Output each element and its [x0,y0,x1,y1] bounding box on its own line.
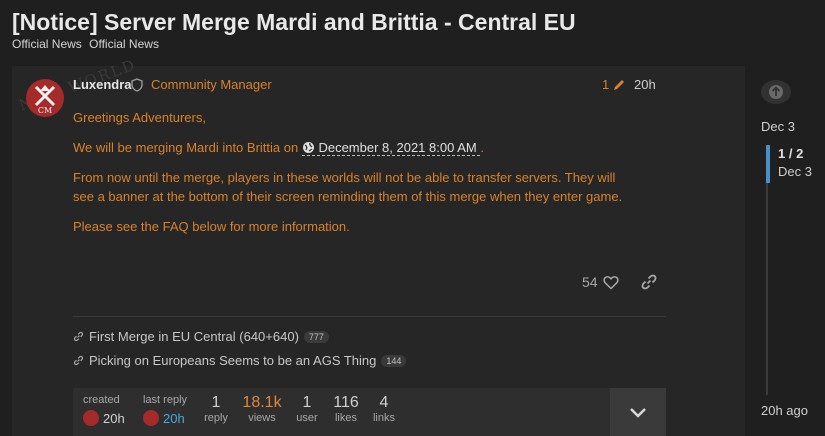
link-icon [73,331,84,342]
globe-icon [302,142,314,153]
post-date[interactable]: 20h [634,77,656,92]
post-username[interactable]: Luxendra [73,77,132,92]
post-paragraph-transfers: From now until the merge, players in the… [73,168,622,206]
timeline-position-date: Dec 3 [778,164,812,179]
created-time[interactable]: 20h [103,411,125,426]
links-count: 4 [379,394,389,411]
likes-stat: 116 likes [332,394,360,424]
topic-title[interactable]: [Notice] Server Merge Mardi and Brittia … [12,9,576,36]
shield-icon [131,78,143,92]
click-count-badge: 777 [303,330,329,343]
pencil-icon [614,79,625,90]
views-count: 18.1k [242,394,282,411]
topic-header: [Notice] Server Merge Mardi and Brittia … [0,0,825,66]
last-reply-stat: last reply 20h [143,394,187,426]
local-date[interactable]: December 8, 2021 8:00 AM [301,140,481,156]
merge-mid: into [218,140,247,155]
post-greeting: Greetings Adventurers, [73,110,206,125]
timeline-start-date[interactable]: Dec 3 [761,119,795,134]
merge-end: . [480,140,484,155]
related-topic-title: Picking on Europeans Seems to be an AGS … [89,353,377,368]
avatar[interactable]: CM [26,79,64,117]
user-title[interactable]: Community Manager [151,77,272,92]
like-count: 54 [582,274,598,290]
svg-text:CM: CM [38,106,52,115]
arrow-up-icon [769,85,783,99]
reply-label: reply [204,412,228,424]
breadcrumb: Official News Official News [12,37,163,51]
topic-map: created 20h last reply 20h 1 reply 18.1k… [73,388,666,436]
created-stat: created 20h [83,394,125,426]
views-label: views [248,412,276,424]
likes-count: 116 [333,394,359,411]
subcategory-link[interactable]: Official News [89,37,159,51]
avatar[interactable] [143,410,159,426]
timeline-handle[interactable] [766,145,770,183]
paragraph-line: see a banner at the bottom of their scre… [73,189,623,204]
link-icon [73,355,84,366]
replies-stat: 1 reply [204,394,228,424]
merge-on: on [280,140,302,155]
like-button[interactable]: 54 [582,274,619,290]
post-paragraph-merge: We will be merging Mardi into Brittia on… [73,138,484,157]
heart-icon [602,275,619,290]
timeline-jump-top-button[interactable] [761,80,791,104]
paragraph-line: From now until the merge, players in the… [73,170,616,185]
related-topic-link[interactable]: Picking on Europeans Seems to be an AGS … [73,353,407,368]
merge-prefix: We will be merging [73,140,187,155]
users-stat: 1 user [295,394,319,424]
share-link-icon[interactable] [640,273,658,291]
timeline-end-date[interactable]: 20h ago [761,403,808,418]
click-count-badge: 144 [381,354,407,367]
related-topic-link[interactable]: First Merge in EU Central (640+640) 777 [73,329,329,344]
category-link[interactable]: Official News [12,37,82,51]
merge-date: December 8, 2021 8:00 AM [318,140,477,155]
user-count: 1 [302,394,312,411]
views-stat: 18.1k views [242,394,282,424]
links-stat: 4 links [371,394,397,424]
edit-history-button[interactable]: 1 [602,77,626,92]
expand-topic-map-button[interactable] [610,388,666,436]
avatar[interactable] [83,410,99,426]
created-label: created [83,394,120,406]
server-to: Brittia [246,140,281,155]
last-reply-time[interactable]: 20h [163,411,185,426]
links-label: links [372,412,395,424]
reply-count: 1 [211,394,221,411]
last-reply-label: last reply [143,394,188,406]
server-from: Mardi [186,140,219,155]
chevron-down-icon [630,408,646,418]
user-label: user [296,412,318,424]
likes-label: likes [334,412,357,424]
edit-count: 1 [602,77,610,92]
related-topic-title: First Merge in EU Central (640+640) [89,329,299,344]
timeline-position: 1 / 2 [778,146,804,161]
post-divider [73,316,666,317]
post-paragraph-faq: Please see the FAQ below for more inform… [73,219,350,234]
